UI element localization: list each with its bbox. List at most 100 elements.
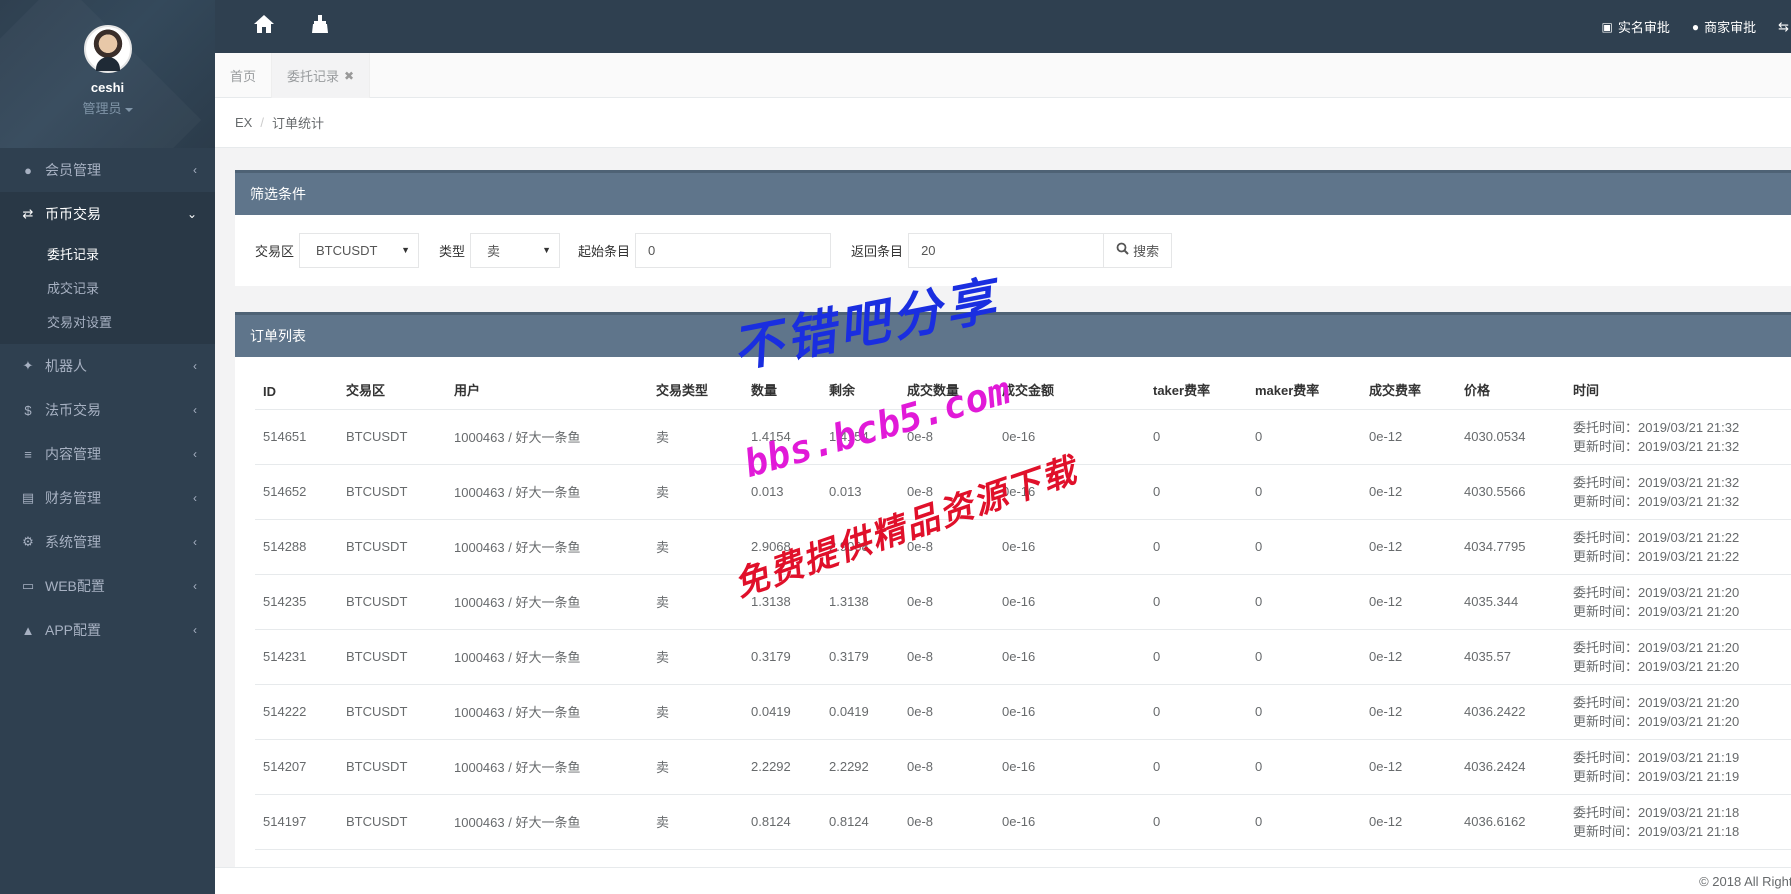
tab-orders[interactable]: 委托记录 ✖ xyxy=(272,53,371,98)
top-navbar: ▣ 实名审批 ● 商家审批 ⇆ xyxy=(215,0,1791,53)
submenu-item-orders[interactable]: 委托记录 xyxy=(0,236,215,270)
market-select[interactable]: BTCUSDT ▼ xyxy=(299,232,420,268)
merchant-approval-link[interactable]: ● 商家审批 xyxy=(1692,17,1756,36)
refresh-icon[interactable]: ⇆ xyxy=(1778,19,1789,35)
sidebar-item-web-config[interactable]: ▭ WEB配置 ‹ xyxy=(0,564,215,608)
sidebar-item-app-config[interactable]: ▲ APP配置 ‹ xyxy=(0,608,215,652)
column-header: 成交金额 xyxy=(994,357,1145,410)
sidebar-item-fiat-trade[interactable]: $ 法币交易 ‹ xyxy=(0,388,215,432)
type-select[interactable]: 卖 ▼ xyxy=(470,232,561,268)
cell-price: 4036.6162 xyxy=(1456,794,1565,850)
sidebar-item-finance[interactable]: ▤ 财务管理 ‹ xyxy=(0,476,215,520)
cell-side: 卖 xyxy=(648,629,743,685)
cell-time: 委托时间：2019/03/21 21:20 更新时间：2019/03/21 21:… xyxy=(1565,574,1791,630)
cell-market: BTCUSDT xyxy=(338,739,446,795)
column-header: 交易类型 xyxy=(648,357,743,410)
orders-table-body: 514651 BTCUSDT 1000463 / 好大一条鱼 卖 1.4154 … xyxy=(255,409,1791,850)
table-row: 514231 BTCUSDT 1000463 / 好大一条鱼 卖 0.3179 … xyxy=(255,629,1791,685)
user-name[interactable]: ceshi xyxy=(0,80,215,95)
cell-taker-fee: 0 xyxy=(1145,464,1247,520)
sidebar-item-content[interactable]: ≡ 内容管理 ‹ xyxy=(0,432,215,476)
chevron-down-icon: ⌄ xyxy=(186,207,197,221)
user-role-dropdown[interactable]: 管理员 xyxy=(0,98,215,117)
laptop-icon: ▭ xyxy=(21,578,35,593)
home-icon[interactable] xyxy=(253,14,275,40)
cell-side: 卖 xyxy=(648,409,743,465)
sidebar-item-coin-trade[interactable]: ⇄ 币币交易 ⌄ xyxy=(0,192,215,236)
column-header: 时间 xyxy=(1565,357,1791,410)
cell-amount: 0.8124 xyxy=(743,794,821,850)
money-icon: ▤ xyxy=(21,490,35,505)
user-role-label: 管理员 xyxy=(82,101,122,116)
cell-id: 514207 xyxy=(255,739,338,795)
tab-home[interactable]: 首页 xyxy=(215,53,273,98)
count-input[interactable]: 20 xyxy=(908,232,1105,268)
cell-user: 1000463 / 好大一条鱼 xyxy=(446,409,648,465)
cell-deal-money: 0e-16 xyxy=(994,739,1145,795)
cell-deal-fee: 0e-12 xyxy=(1361,684,1456,740)
cell-amount: 1.3138 xyxy=(743,574,821,630)
start-input[interactable]: 0 xyxy=(635,232,832,268)
update-time: 更新时间：2019/03/21 21:20 xyxy=(1573,658,1740,674)
realname-approval-link[interactable]: ▣ 实名审批 xyxy=(1601,17,1669,36)
sidebar-item-label: 系统管理 xyxy=(45,534,101,550)
page-tabs: 首页 委托记录 ✖ xyxy=(215,53,1791,98)
sidebar-item-system[interactable]: ⚙ 系统管理 ‹ xyxy=(0,520,215,564)
cell-price: 4035.344 xyxy=(1456,574,1565,630)
sidebar-item-members[interactable]: ● 会员管理 ‹ xyxy=(0,148,215,192)
create-time: 委托时间：2019/03/21 21:20 xyxy=(1573,584,1740,600)
cell-id: 514231 xyxy=(255,629,338,685)
avatar[interactable] xyxy=(83,25,132,73)
cell-time: 委托时间：2019/03/21 21:32 更新时间：2019/03/21 21:… xyxy=(1565,464,1791,520)
cell-amount: 0.0419 xyxy=(743,684,821,740)
table-row: 514651 BTCUSDT 1000463 / 好大一条鱼 卖 1.4154 … xyxy=(255,409,1791,465)
column-header: ID xyxy=(255,357,338,410)
cell-time: 委托时间：2019/03/21 21:20 更新时间：2019/03/21 21:… xyxy=(1565,684,1791,740)
cell-deal-stock: 0e-8 xyxy=(899,519,994,575)
submenu-item-deals[interactable]: 成交记录 xyxy=(0,270,215,304)
start-input-value: 0 xyxy=(648,242,656,258)
sidebar-item-robot[interactable]: ✦ 机器人 ‹ xyxy=(0,344,215,388)
table-row: 514197 BTCUSDT 1000463 / 好大一条鱼 卖 0.8124 … xyxy=(255,794,1791,850)
market-label: 交易区 xyxy=(255,243,295,259)
cell-maker-fee: 0 xyxy=(1247,519,1361,575)
orders-panel-title: 订单列表 xyxy=(235,312,1791,357)
column-header: taker费率 xyxy=(1145,357,1247,410)
chevron-left-icon: ‹ xyxy=(193,447,197,461)
column-header: 用户 xyxy=(446,357,648,410)
sidebar-item-label: 机器人 xyxy=(45,358,87,374)
submenu-item-pair-settings[interactable]: 交易对设置 xyxy=(0,304,215,338)
cell-side: 卖 xyxy=(648,519,743,575)
close-icon[interactable]: ✖ xyxy=(344,69,354,83)
create-time: 委托时间：2019/03/21 21:20 xyxy=(1573,694,1740,710)
column-header: 成交费率 xyxy=(1361,357,1456,410)
cell-taker-fee: 0 xyxy=(1145,519,1247,575)
search-button[interactable]: 搜索 xyxy=(1104,232,1173,268)
cell-deal-stock: 0e-8 xyxy=(899,739,994,795)
column-header: maker费率 xyxy=(1247,357,1361,410)
sidebar-item-label: 币币交易 xyxy=(45,206,101,222)
cell-deal-stock: 0e-8 xyxy=(899,464,994,520)
cell-deal-fee: 0e-12 xyxy=(1361,464,1456,520)
cell-left: 2.2292 xyxy=(821,739,899,795)
sidebar-item-label: WEB配置 xyxy=(45,578,105,594)
breadcrumb-root[interactable]: EX xyxy=(235,115,252,130)
table-header-row: ID 交易区 用户 交易类型 数量 剩余 成交数量 成交金额 taker费率 m… xyxy=(255,357,1791,410)
sidebar-menu: ● 会员管理 ‹ ⇄ 币币交易 ⌄ 委托记录 成交记录 交易对设置 ✦ 机器人 … xyxy=(0,148,215,652)
cell-side: 卖 xyxy=(648,574,743,630)
id-card-icon: ▣ xyxy=(1601,19,1613,34)
market-select-value: BTCUSDT xyxy=(316,242,378,258)
clear-cache-icon[interactable] xyxy=(311,14,329,40)
update-time: 更新时间：2019/03/21 21:20 xyxy=(1573,713,1740,729)
coin-trade-submenu: 委托记录 成交记录 交易对设置 xyxy=(0,236,215,344)
copyright-text: © 2018 All Rights xyxy=(1699,874,1791,889)
cell-left: 1.4154 xyxy=(821,409,899,465)
cell-price: 4036.2422 xyxy=(1456,684,1565,740)
sidebar-item-label: 财务管理 xyxy=(45,490,101,506)
cell-left: 0.8124 xyxy=(821,794,899,850)
cell-deal-money: 0e-16 xyxy=(994,519,1145,575)
cell-deal-money: 0e-16 xyxy=(994,794,1145,850)
cell-taker-fee: 0 xyxy=(1145,629,1247,685)
table-row: 514652 BTCUSDT 1000463 / 好大一条鱼 卖 0.013 0… xyxy=(255,464,1791,520)
cell-user: 1000463 / 好大一条鱼 xyxy=(446,464,648,520)
